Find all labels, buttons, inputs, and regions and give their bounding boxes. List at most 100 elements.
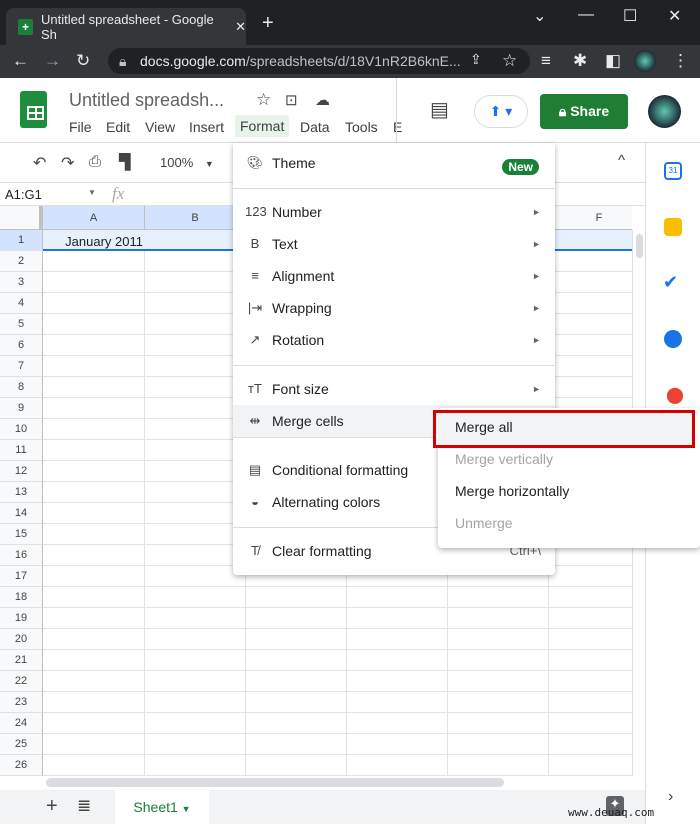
submenu-item-merge-horizontally[interactable]: Merge horizontally bbox=[455, 483, 569, 499]
menu-item-rotation[interactable]: ↗ Rotation ► bbox=[233, 324, 555, 356]
close-tab-icon[interactable]: ✕ bbox=[235, 19, 246, 35]
minimize-icon[interactable]: — bbox=[578, 6, 594, 24]
menu-extensions[interactable]: E bbox=[393, 119, 402, 135]
number-icon: 123 bbox=[245, 204, 267, 219]
row-header[interactable]: 5 bbox=[0, 314, 43, 335]
present-button[interactable]: ⬆ ▾ bbox=[474, 95, 528, 128]
menu-view[interactable]: View bbox=[145, 119, 175, 135]
back-icon[interactable]: ← bbox=[12, 51, 29, 71]
row-header[interactable]: 17 bbox=[0, 566, 43, 587]
alternating-colors-icon: ◒ bbox=[251, 494, 259, 509]
row-header[interactable]: 20 bbox=[0, 629, 43, 650]
cloud-status-icon[interactable]: ☁ bbox=[315, 91, 330, 109]
sheets-logo[interactable] bbox=[20, 91, 47, 128]
reload-icon[interactable]: ↻ bbox=[76, 51, 90, 71]
row-header[interactable]: 12 bbox=[0, 461, 43, 482]
menu-item-alignment[interactable]: ≡ Alignment ► bbox=[233, 260, 555, 292]
name-box[interactable]: A1:G1 bbox=[5, 187, 42, 202]
share-page-icon[interactable]: ⇪ bbox=[470, 51, 482, 68]
all-sheets-icon[interactable]: ≣ bbox=[77, 796, 91, 816]
address-bar[interactable]: 🔒︎ docs.google.com/spreadsheets/d/18V1nR2… bbox=[108, 48, 530, 74]
select-all-corner[interactable] bbox=[0, 206, 43, 230]
table-row bbox=[43, 629, 632, 650]
extension-icon[interactable]: ≡ bbox=[541, 51, 551, 71]
table-row bbox=[43, 650, 632, 671]
row-header[interactable]: 1 bbox=[0, 230, 43, 251]
undo-icon[interactable]: ↶ bbox=[33, 153, 46, 173]
row-header[interactable]: 7 bbox=[0, 356, 43, 377]
horizontal-scrollbar-thumb[interactable] bbox=[46, 778, 504, 787]
sheet-tab-sheet1[interactable]: Sheet1 ▼ bbox=[115, 790, 209, 824]
share-button[interactable]: 🔒︎ Share bbox=[540, 94, 628, 129]
move-folder-icon[interactable]: ⊡ bbox=[285, 91, 298, 109]
row-header[interactable]: 11 bbox=[0, 440, 43, 461]
side-panel-icon[interactable]: ◧ bbox=[605, 51, 621, 71]
row-header[interactable]: 2 bbox=[0, 251, 43, 272]
row-header[interactable]: 26 bbox=[0, 755, 43, 776]
profile-avatar[interactable] bbox=[634, 50, 656, 72]
forward-icon[interactable]: → bbox=[44, 51, 61, 71]
row-header[interactable]: 8 bbox=[0, 377, 43, 398]
menu-item-wrapping[interactable]: |⇥ Wrapping ► bbox=[233, 292, 555, 324]
row-header[interactable]: 15 bbox=[0, 524, 43, 545]
column-header-B[interactable]: B bbox=[145, 206, 246, 230]
menu-item-number[interactable]: 123 Number ► bbox=[233, 196, 555, 228]
new-tab-icon[interactable]: + bbox=[262, 12, 274, 35]
text-icon: B bbox=[250, 236, 260, 251]
close-window-icon[interactable]: ✕ bbox=[668, 6, 681, 26]
submenu-item-merge-all[interactable]: Merge all bbox=[455, 419, 513, 435]
doc-title[interactable]: Untitled spreadsh... bbox=[69, 90, 224, 111]
print-icon[interactable]: ⎙ bbox=[89, 153, 101, 170]
row-header[interactable]: 19 bbox=[0, 608, 43, 629]
chevron-down-icon[interactable]: ▼ bbox=[88, 188, 96, 197]
add-sheet-icon[interactable]: + bbox=[46, 795, 58, 818]
more-menu-icon[interactable]: ⋮ bbox=[672, 51, 689, 71]
column-header-F[interactable]: F bbox=[549, 206, 632, 230]
menu-data[interactable]: Data bbox=[300, 119, 330, 135]
menu-format[interactable]: Format bbox=[235, 115, 290, 137]
menu-edit[interactable]: Edit bbox=[106, 119, 130, 135]
new-badge: New bbox=[502, 159, 539, 175]
keep-icon[interactable] bbox=[664, 218, 682, 236]
maximize-icon[interactable]: ☐ bbox=[623, 6, 637, 26]
row-header[interactable]: 4 bbox=[0, 293, 43, 314]
menu-item-font-size[interactable]: тT Font size ► bbox=[233, 373, 555, 405]
collapse-menus-icon[interactable]: ^ bbox=[618, 152, 625, 169]
zoom-select[interactable]: 100% ▼ bbox=[160, 155, 214, 170]
row-header[interactable]: 24 bbox=[0, 713, 43, 734]
row-header[interactable]: 25 bbox=[0, 734, 43, 755]
row-header[interactable]: 21 bbox=[0, 650, 43, 671]
menu-insert[interactable]: Insert bbox=[189, 119, 224, 135]
row-header[interactable]: 13 bbox=[0, 482, 43, 503]
row-header[interactable]: 18 bbox=[0, 587, 43, 608]
table-row bbox=[43, 713, 632, 734]
row-header[interactable]: 10 bbox=[0, 419, 43, 440]
row-header[interactable]: 9 bbox=[0, 398, 43, 419]
menu-item-theme[interactable]: 🎨︎ Theme New bbox=[233, 147, 555, 179]
row-header[interactable]: 16 bbox=[0, 545, 43, 566]
account-avatar[interactable] bbox=[648, 95, 681, 128]
tasks-icon[interactable]: ✔ bbox=[663, 272, 678, 293]
maps-icon[interactable]: ⬤ bbox=[666, 385, 684, 405]
tab-search-icon[interactable]: ⌄ bbox=[533, 6, 546, 26]
column-header-A[interactable]: A bbox=[43, 206, 145, 230]
puzzle-icon[interactable]: ✱ bbox=[573, 51, 587, 71]
redo-icon[interactable]: ↷ bbox=[61, 153, 74, 173]
paint-format-icon[interactable]: ▜ bbox=[119, 153, 131, 171]
cell-a1[interactable]: January 2011 bbox=[48, 234, 143, 249]
star-icon[interactable]: ☆ bbox=[256, 90, 271, 110]
menu-file[interactable]: File bbox=[69, 119, 92, 135]
bookmark-star-icon[interactable]: ☆ bbox=[502, 51, 517, 71]
browser-tab[interactable]: + Untitled spreadsheet - Google Sh ✕ bbox=[6, 8, 246, 45]
contacts-icon[interactable] bbox=[664, 330, 682, 348]
row-header[interactable]: 3 bbox=[0, 272, 43, 293]
menu-item-text[interactable]: B Text ► bbox=[233, 228, 555, 260]
row-header[interactable]: 22 bbox=[0, 671, 43, 692]
menu-tools[interactable]: Tools bbox=[345, 119, 378, 135]
row-header[interactable]: 14 bbox=[0, 503, 43, 524]
row-header[interactable]: 6 bbox=[0, 335, 43, 356]
calendar-icon[interactable]: 31 bbox=[664, 162, 682, 180]
expand-side-panel-icon[interactable]: › bbox=[668, 788, 673, 806]
row-header[interactable]: 23 bbox=[0, 692, 43, 713]
comments-icon[interactable]: ▤ bbox=[430, 97, 449, 122]
